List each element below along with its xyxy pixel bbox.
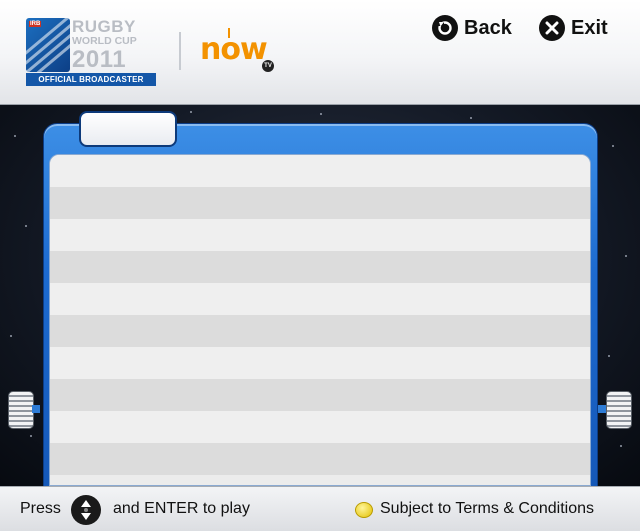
logo-divider	[179, 32, 181, 70]
list-item[interactable]	[50, 379, 590, 411]
tv-badge: TV	[262, 60, 274, 72]
irb-badge: IRB	[29, 21, 42, 27]
dpad-icon	[71, 495, 101, 525]
list-item[interactable]	[50, 251, 590, 283]
rwc-wordmark: RUGBY WORLD CUP 2011	[72, 18, 158, 72]
back-button[interactable]: Back	[432, 14, 512, 42]
scroll-left-knob[interactable]	[2, 389, 40, 429]
knob-barrel-icon	[8, 391, 34, 429]
list-item[interactable]	[50, 155, 590, 187]
official-broadcaster-banner: OFFICIAL BROADCASTER	[26, 73, 156, 86]
rwc-line-rugby: RUGBY	[72, 17, 136, 36]
list-item[interactable]	[50, 315, 590, 347]
list-item[interactable]	[50, 187, 590, 219]
list-item[interactable]	[50, 347, 590, 379]
list-item[interactable]	[50, 283, 590, 315]
now-wordmark: now	[200, 32, 268, 67]
cross-exit-icon	[539, 15, 565, 41]
knob-barrel-icon	[606, 391, 632, 429]
circle-back-icon	[432, 15, 458, 41]
rugby-world-cup-logo: IRB RUGBY WORLD CUP 2011 OFFICIAL BROADC…	[26, 18, 156, 86]
press-label: Press	[20, 500, 61, 517]
rwc-badge-icon: IRB	[26, 18, 70, 72]
terms-conditions-link[interactable]: Subject to Terms & Conditions	[380, 500, 594, 518]
list-item[interactable]	[50, 443, 590, 475]
footer-bar: Press and ENTER to play Subject to Terms…	[0, 486, 640, 531]
back-label: Back	[464, 16, 512, 39]
knob-rod	[32, 405, 40, 413]
now-tv-logo: now TV	[200, 28, 280, 76]
rwc-line-world-cup: WORLD CUP	[72, 35, 137, 47]
header-bar: IRB RUGBY WORLD CUP 2011 OFFICIAL BROADC…	[0, 0, 640, 105]
panel-tab[interactable]	[79, 111, 177, 147]
knob-rod	[598, 405, 606, 413]
rwc-line-year: 2011	[72, 45, 127, 73]
enter-to-play-label: and ENTER to play	[113, 500, 250, 517]
exit-label: Exit	[571, 16, 608, 39]
scroll-right-knob[interactable]	[598, 389, 636, 429]
list-item[interactable]	[50, 411, 590, 443]
item-list	[49, 154, 591, 486]
exit-button[interactable]: Exit	[539, 14, 608, 42]
yellow-button-icon	[355, 502, 373, 518]
list-item[interactable]	[50, 219, 590, 251]
